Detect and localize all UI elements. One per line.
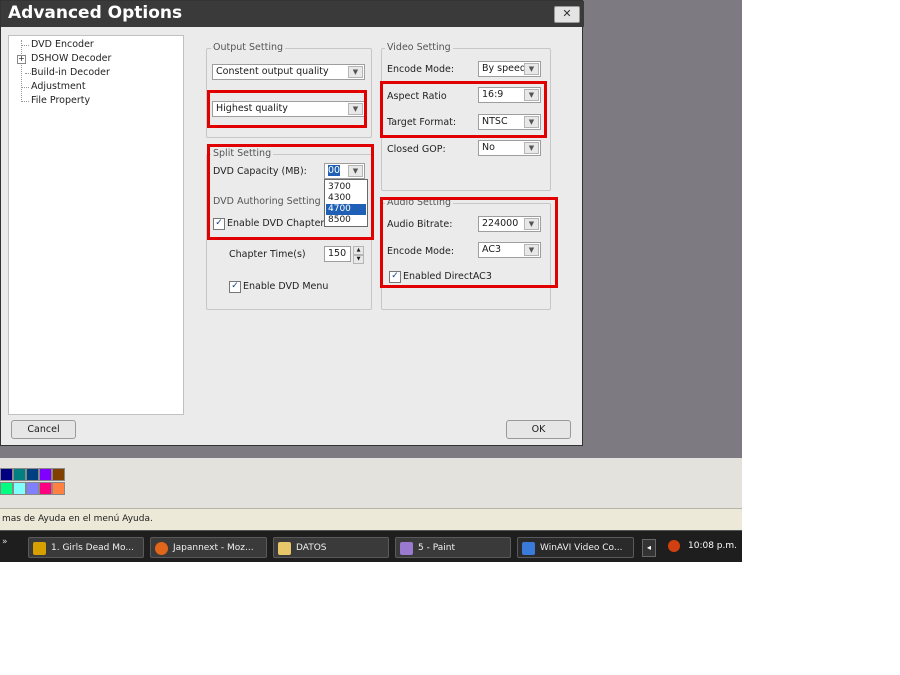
winavi-icon xyxy=(522,542,535,555)
output-setting-label: Output Setting xyxy=(211,42,286,53)
palette-swatch[interactable] xyxy=(39,468,52,481)
chevron-down-icon: ▼ xyxy=(524,142,539,154)
dropdown-option-selected[interactable]: 4700 xyxy=(326,204,366,215)
options-tree: + DVD Encoder DSHOW Decoder Build-in Dec… xyxy=(8,35,184,415)
dialog-title: Advanced Options xyxy=(8,3,183,23)
dropdown-option[interactable]: 4300 xyxy=(326,193,366,204)
tree-item-adjustment[interactable]: Adjustment xyxy=(31,81,86,92)
closed-gop-select[interactable]: No ▼ xyxy=(478,140,541,156)
taskbar-item-winavi[interactable]: WinAVI Video Co... xyxy=(517,537,634,558)
enable-dvd-menu-checkbox[interactable]: ✓ xyxy=(229,281,241,293)
tree-item-dvd-encoder[interactable]: DVD Encoder xyxy=(31,39,94,50)
title-bar[interactable]: Advanced Options ✕ xyxy=(1,1,584,27)
folder-icon xyxy=(278,542,291,555)
ok-button[interactable]: OK xyxy=(506,420,571,439)
status-bar: mas de Ayuda en el menú Ayuda. xyxy=(0,508,742,531)
firefox-icon xyxy=(155,542,168,555)
tree-connector xyxy=(21,40,22,102)
task-label: 1. Girls Dead Mo... xyxy=(51,543,134,553)
winamp-icon xyxy=(33,542,46,555)
taskbar: » 1. Girls Dead Mo... Japannext - Moz...… xyxy=(0,530,742,562)
highlight-box xyxy=(380,197,558,288)
palette-swatch[interactable] xyxy=(52,482,65,495)
dvd-capacity-dropdown-list: 3700 4300 4700 8500 xyxy=(324,179,368,227)
clock: 10:08 p.m. xyxy=(688,541,737,551)
dropdown-option[interactable]: 3700 xyxy=(326,182,366,193)
status-text: mas de Ayuda en el menú Ayuda. xyxy=(2,514,153,524)
tree-item-file-property[interactable]: File Property xyxy=(31,95,90,106)
taskbar-item-winamp[interactable]: 1. Girls Dead Mo... xyxy=(28,537,144,558)
system-tray: 10:08 p.m. xyxy=(664,536,742,557)
advanced-options-dialog: Advanced Options ✕ + DVD Encoder DSHOW D… xyxy=(0,0,584,446)
output-mode-value: Constent output quality xyxy=(216,66,329,77)
highlight-box xyxy=(380,81,547,138)
video-encode-mode-value: By speed xyxy=(482,63,524,74)
video-setting-label: Video Setting xyxy=(385,42,453,53)
task-label: DATOS xyxy=(296,543,327,553)
palette-swatch[interactable] xyxy=(52,468,65,481)
tree-item-build-in-decoder[interactable]: Build-in Decoder xyxy=(31,67,110,78)
palette-swatch[interactable] xyxy=(0,468,13,481)
tray-app-icon[interactable] xyxy=(668,540,680,552)
output-mode-select[interactable]: Constent output quality ▼ xyxy=(212,64,365,80)
spin-up-icon[interactable]: ▲ xyxy=(353,246,364,255)
chapter-time-input[interactable]: 150 xyxy=(324,246,351,262)
tray-expand-icon[interactable]: ◂ xyxy=(642,539,656,557)
task-label: WinAVI Video Co... xyxy=(540,543,623,553)
highlight-box xyxy=(207,90,367,128)
closed-gop-label: Closed GOP: xyxy=(387,144,446,155)
expand-plus-icon[interactable]: + xyxy=(17,55,26,64)
palette-swatch[interactable] xyxy=(13,482,26,495)
dropdown-option[interactable]: 8500 xyxy=(326,215,366,226)
tree-connector xyxy=(21,101,29,102)
video-encode-mode-select[interactable]: By speed ▼ xyxy=(478,61,541,77)
color-palette-area xyxy=(0,458,742,508)
tree-item-dshow-decoder[interactable]: DSHOW Decoder xyxy=(31,53,111,64)
close-button[interactable]: ✕ xyxy=(554,6,580,23)
taskbar-item-datos[interactable]: DATOS xyxy=(273,537,389,558)
chapter-time-label: Chapter Time(s) xyxy=(229,249,306,260)
task-label: Japannext - Moz... xyxy=(173,543,254,553)
palette-swatch[interactable] xyxy=(0,482,13,495)
taskbar-item-paint[interactable]: 5 - Paint xyxy=(395,537,511,558)
task-label: 5 - Paint xyxy=(418,543,455,553)
palette-swatch[interactable] xyxy=(13,468,26,481)
chapter-time-value: 150 xyxy=(328,248,347,259)
tree-connector xyxy=(21,45,29,46)
palette-swatch[interactable] xyxy=(26,468,39,481)
taskbar-item-firefox[interactable]: Japannext - Moz... xyxy=(150,537,267,558)
cancel-button[interactable]: Cancel xyxy=(11,420,76,439)
quick-launch-chevron-icon[interactable]: » xyxy=(2,537,8,547)
video-encode-mode-label: Encode Mode: xyxy=(387,64,455,75)
spin-down-icon[interactable]: ▼ xyxy=(353,255,364,264)
palette-swatch[interactable] xyxy=(39,482,52,495)
closed-gop-value: No xyxy=(482,142,495,153)
palette-swatch[interactable] xyxy=(26,482,39,495)
tree-connector xyxy=(21,87,29,88)
enable-dvd-menu-label: Enable DVD Menu xyxy=(243,281,329,292)
chevron-down-icon: ▼ xyxy=(524,63,539,75)
chevron-down-icon: ▼ xyxy=(348,66,363,78)
paint-icon xyxy=(400,542,413,555)
close-icon: ✕ xyxy=(562,7,572,20)
